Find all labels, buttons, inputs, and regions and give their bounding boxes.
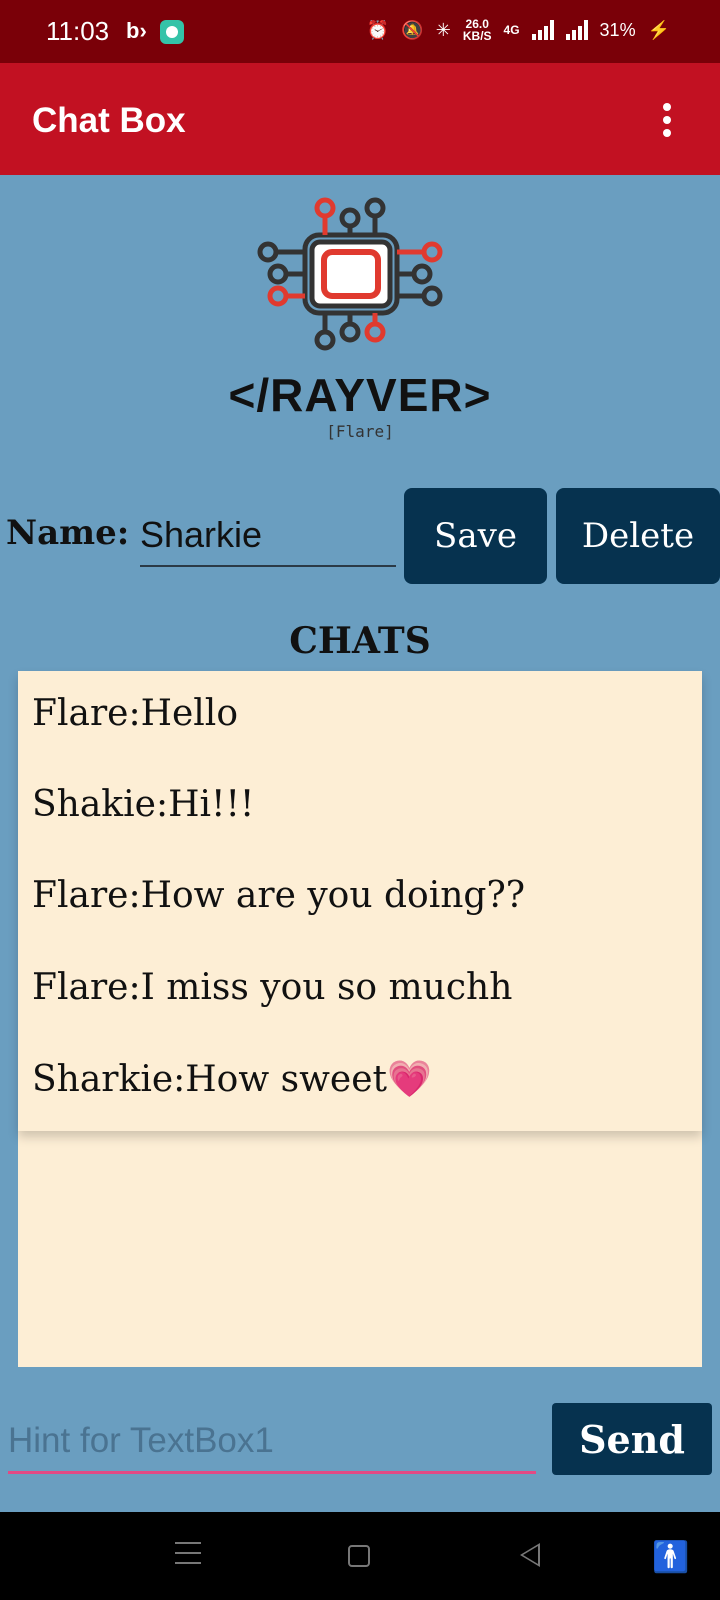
chat-panel[interactable]: Flare:Hello Shakie:Hi!!! Flare:How are y… — [18, 671, 702, 1367]
alarm-icon: ⏰ — [366, 19, 390, 40]
circuit-chip-icon — [257, 197, 443, 351]
logo-subtitle: [Flare] — [326, 422, 394, 441]
rayver-logo: </RAYVER> [Flare] — [190, 190, 530, 450]
chats-heading: CHATS — [289, 620, 431, 662]
back-icon[interactable] — [520, 1543, 540, 1567]
chat-message[interactable]: Flare:I miss you so muchh — [32, 967, 512, 1008]
delete-button[interactable]: Delete — [556, 488, 720, 584]
save-button[interactable]: Save — [404, 488, 547, 584]
bing-notification-icon: b› — [126, 18, 147, 43]
more-options-icon[interactable] — [660, 103, 674, 137]
logo-brand-text: </RAYVER> — [228, 369, 492, 421]
status-time: 11:03 — [46, 16, 110, 46]
chat-message[interactable]: Shakie:Hi!!! — [32, 784, 254, 825]
mute-bell-icon: 🔕 — [401, 19, 424, 40]
signal-icon — [531, 20, 554, 40]
app-bar: Chat Box — [0, 63, 720, 175]
chat-app-notification-icon — [160, 20, 184, 44]
name-label: Name: — [6, 513, 130, 553]
message-input[interactable] — [8, 1410, 536, 1474]
status-icons: ⏰ 🔕 ✳ 26.0 KB/S 4G 31% ⚡ — [367, 18, 670, 42]
network-speed: 26.0 KB/S — [463, 18, 492, 42]
battery-level: 31% — [599, 19, 636, 40]
recent-apps-icon[interactable] — [175, 1542, 201, 1572]
system-nav-bar: 🚹 — [0, 1512, 720, 1600]
signal-icon-2 — [565, 20, 588, 40]
chat-message[interactable]: Flare:How are you doing?? — [32, 875, 525, 916]
network-type: 4G — [503, 23, 520, 37]
accessibility-icon[interactable]: 🚹 — [652, 1540, 689, 1575]
name-input[interactable] — [140, 505, 396, 567]
bluetooth-icon: ✳ — [435, 19, 451, 40]
send-button[interactable]: Send — [552, 1403, 712, 1475]
chat-message[interactable]: Flare:Hello — [32, 693, 238, 734]
charging-icon: ⚡ — [647, 19, 670, 40]
chat-message-list[interactable]: Flare:Hello Shakie:Hi!!! Flare:How are y… — [18, 671, 702, 1131]
speed-unit: KB/S — [462, 29, 492, 43]
home-icon[interactable] — [348, 1545, 370, 1567]
app-title: Chat Box — [32, 101, 186, 140]
status-bar: 11:03 b› ⏰ 🔕 ✳ 26.0 KB/S 4G 31% ⚡ — [0, 0, 720, 63]
chat-message[interactable]: Sharkie:How sweet💗 — [32, 1058, 432, 1100]
